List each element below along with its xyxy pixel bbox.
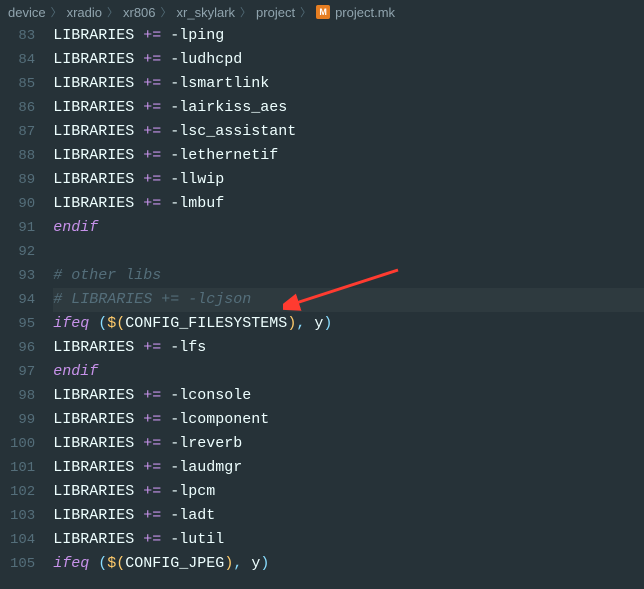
line-number: 86: [10, 96, 35, 120]
line-number: 96: [10, 336, 35, 360]
breadcrumb-item[interactable]: xr806: [123, 5, 156, 20]
breadcrumb[interactable]: device 〉 xradio 〉 xr806 〉 xr_skylark 〉 p…: [0, 0, 644, 24]
chevron-right-icon: 〉: [240, 4, 251, 20]
chevron-right-icon: 〉: [161, 4, 172, 20]
breadcrumb-item[interactable]: project: [256, 5, 295, 20]
makefile-icon: M: [316, 5, 330, 19]
code-line[interactable]: endif: [53, 216, 644, 240]
code-line[interactable]: [53, 240, 644, 264]
code-line[interactable]: LIBRARIES += -lairkiss_aes: [53, 96, 644, 120]
code-line[interactable]: LIBRARIES += -lcomponent: [53, 408, 644, 432]
line-number: 104: [10, 528, 35, 552]
code-line[interactable]: LIBRARIES += -lmbuf: [53, 192, 644, 216]
line-number: 101: [10, 456, 35, 480]
code-line[interactable]: ifeq ($(CONFIG_JPEG), y): [53, 552, 644, 576]
line-number: 83: [10, 24, 35, 48]
code-line[interactable]: LIBRARIES += -lfs: [53, 336, 644, 360]
line-number: 93: [10, 264, 35, 288]
line-number: 97: [10, 360, 35, 384]
line-number: 87: [10, 120, 35, 144]
line-number: 98: [10, 384, 35, 408]
chevron-right-icon: 〉: [51, 4, 62, 20]
line-number: 95: [10, 312, 35, 336]
breadcrumb-item[interactable]: xr_skylark: [177, 5, 236, 20]
line-number: 94: [10, 288, 35, 312]
code-line[interactable]: LIBRARIES += -lsmartlink: [53, 72, 644, 96]
code-editor[interactable]: 8384858687888990919293949596979899100101…: [0, 24, 644, 589]
code-line[interactable]: LIBRARIES += -lping: [53, 24, 644, 48]
breadcrumb-item[interactable]: xradio: [67, 5, 102, 20]
code-line[interactable]: LIBRARIES += -lsc_assistant: [53, 120, 644, 144]
line-number: 100: [10, 432, 35, 456]
code-line[interactable]: LIBRARIES += -lreverb: [53, 432, 644, 456]
code-line[interactable]: LIBRARIES += -ludhcpd: [53, 48, 644, 72]
line-number: 91: [10, 216, 35, 240]
line-number: 90: [10, 192, 35, 216]
breadcrumb-file[interactable]: project.mk: [335, 5, 395, 20]
line-number-gutter: 8384858687888990919293949596979899100101…: [0, 24, 53, 589]
line-number: 92: [10, 240, 35, 264]
code-area[interactable]: LIBRARIES += -lpingLIBRARIES += -ludhcpd…: [53, 24, 644, 589]
line-number: 88: [10, 144, 35, 168]
chevron-right-icon: 〉: [107, 4, 118, 20]
code-line[interactable]: LIBRARIES += -lconsole: [53, 384, 644, 408]
code-line[interactable]: LIBRARIES += -lpcm: [53, 480, 644, 504]
line-number: 99: [10, 408, 35, 432]
code-line[interactable]: LIBRARIES += -lutil: [53, 528, 644, 552]
line-number: 89: [10, 168, 35, 192]
code-line[interactable]: endif: [53, 360, 644, 384]
code-line[interactable]: LIBRARIES += -lethernetif: [53, 144, 644, 168]
code-line[interactable]: ifeq ($(CONFIG_FILESYSTEMS), y): [53, 312, 644, 336]
code-line[interactable]: # LIBRARIES += -lcjson: [53, 288, 644, 312]
code-line[interactable]: LIBRARIES += -ladt: [53, 504, 644, 528]
line-number: 103: [10, 504, 35, 528]
line-number: 102: [10, 480, 35, 504]
line-number: 84: [10, 48, 35, 72]
line-number: 85: [10, 72, 35, 96]
line-number: 105: [10, 552, 35, 576]
code-line[interactable]: LIBRARIES += -llwip: [53, 168, 644, 192]
code-line[interactable]: # other libs: [53, 264, 644, 288]
code-line[interactable]: LIBRARIES += -laudmgr: [53, 456, 644, 480]
chevron-right-icon: 〉: [300, 4, 311, 20]
breadcrumb-item[interactable]: device: [8, 5, 46, 20]
